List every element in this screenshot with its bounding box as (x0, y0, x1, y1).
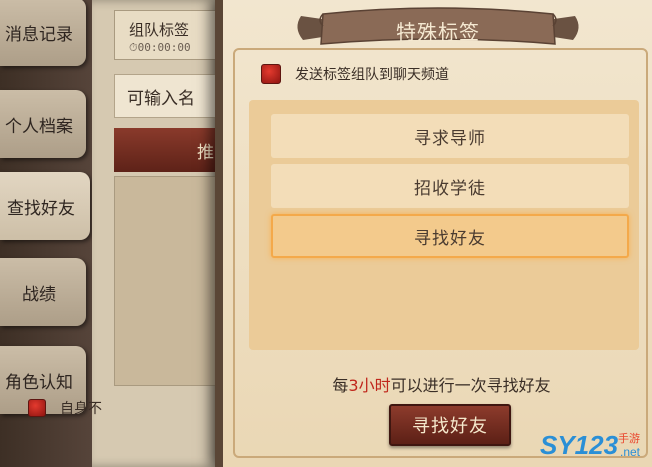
timer-icon: ⏱ (129, 41, 138, 54)
watermark-logo: SY123 (540, 430, 619, 460)
special-tag-dialog: 特殊标签 发送标签组队到聊天频道 寻求导师 招收学徒 寻找好友 每3小时可以进行… (215, 0, 652, 467)
option-label: 招收学徒 (414, 178, 486, 199)
option-label: 寻求导师 (414, 128, 486, 149)
title-banner: 特殊标签 (293, 6, 583, 52)
team-tag-panel: 组队标签 ⏱00:00:00 可输入名 推 (92, 0, 222, 467)
team-tag-post-label: 推 (197, 142, 214, 163)
team-tag-input[interactable]: 可输入名 (114, 74, 222, 118)
watermark-sub: 手游 (618, 432, 640, 445)
sidebar-item-label: 战绩 (22, 284, 56, 305)
team-tag-post-button[interactable]: 推 (114, 128, 222, 172)
sidebar-item-label: 角色认知 (5, 372, 73, 393)
broadcast-label: 发送标签组队到聊天频道 (295, 67, 449, 83)
sidebar-item-label: 查找好友 (7, 198, 75, 219)
cooldown-info: 每3小时可以进行一次寻找好友 (332, 376, 551, 395)
team-tag-header: 组队标签 ⏱00:00:00 (114, 10, 222, 60)
option-seek-mentor[interactable]: 寻求导师 (271, 114, 629, 158)
broadcast-checkbox[interactable] (261, 64, 281, 84)
self-exclude-label: 自身不 (60, 401, 102, 417)
find-friends-button[interactable]: 寻找好友 (389, 404, 511, 446)
sidebar-item-message-log[interactable]: 消息记录 (0, 0, 86, 66)
team-tag-input-placeholder: 可输入名 (127, 88, 195, 109)
self-exclude-checkbox[interactable] (28, 399, 46, 417)
watermark-domain: .net (620, 445, 641, 459)
sidebar-item-profile[interactable]: 个人档案 (0, 90, 86, 158)
dialog-title: 特殊标签 (396, 20, 480, 44)
team-tag-timer: ⏱00:00:00 (129, 41, 191, 54)
tag-options-list: 寻求导师 招收学徒 寻找好友 (249, 100, 639, 350)
cooldown-highlight: 3小时 (348, 376, 391, 395)
option-find-friends[interactable]: 寻找好友 (271, 214, 629, 258)
sidebar-item-records[interactable]: 战绩 (0, 258, 86, 326)
sidebar-item-label: 消息记录 (5, 24, 73, 45)
site-watermark: SY123 手游 .net (540, 428, 650, 464)
option-label: 寻找好友 (414, 228, 486, 249)
broadcast-option-row[interactable]: 发送标签组队到聊天频道 (261, 64, 449, 84)
option-recruit-apprentice[interactable]: 招收学徒 (271, 164, 629, 208)
self-exclude-row[interactable]: 自身不 (28, 398, 102, 418)
sidebar-item-find-friends[interactable]: 查找好友 (0, 172, 90, 240)
sidebar-nav: 消息记录 个人档案 查找好友 战绩 角色认知 (0, 0, 92, 467)
team-tag-list (114, 176, 222, 386)
find-friends-button-label: 寻找好友 (412, 416, 488, 437)
sidebar-item-label: 个人档案 (5, 116, 73, 137)
team-tag-title: 组队标签 (129, 21, 190, 39)
